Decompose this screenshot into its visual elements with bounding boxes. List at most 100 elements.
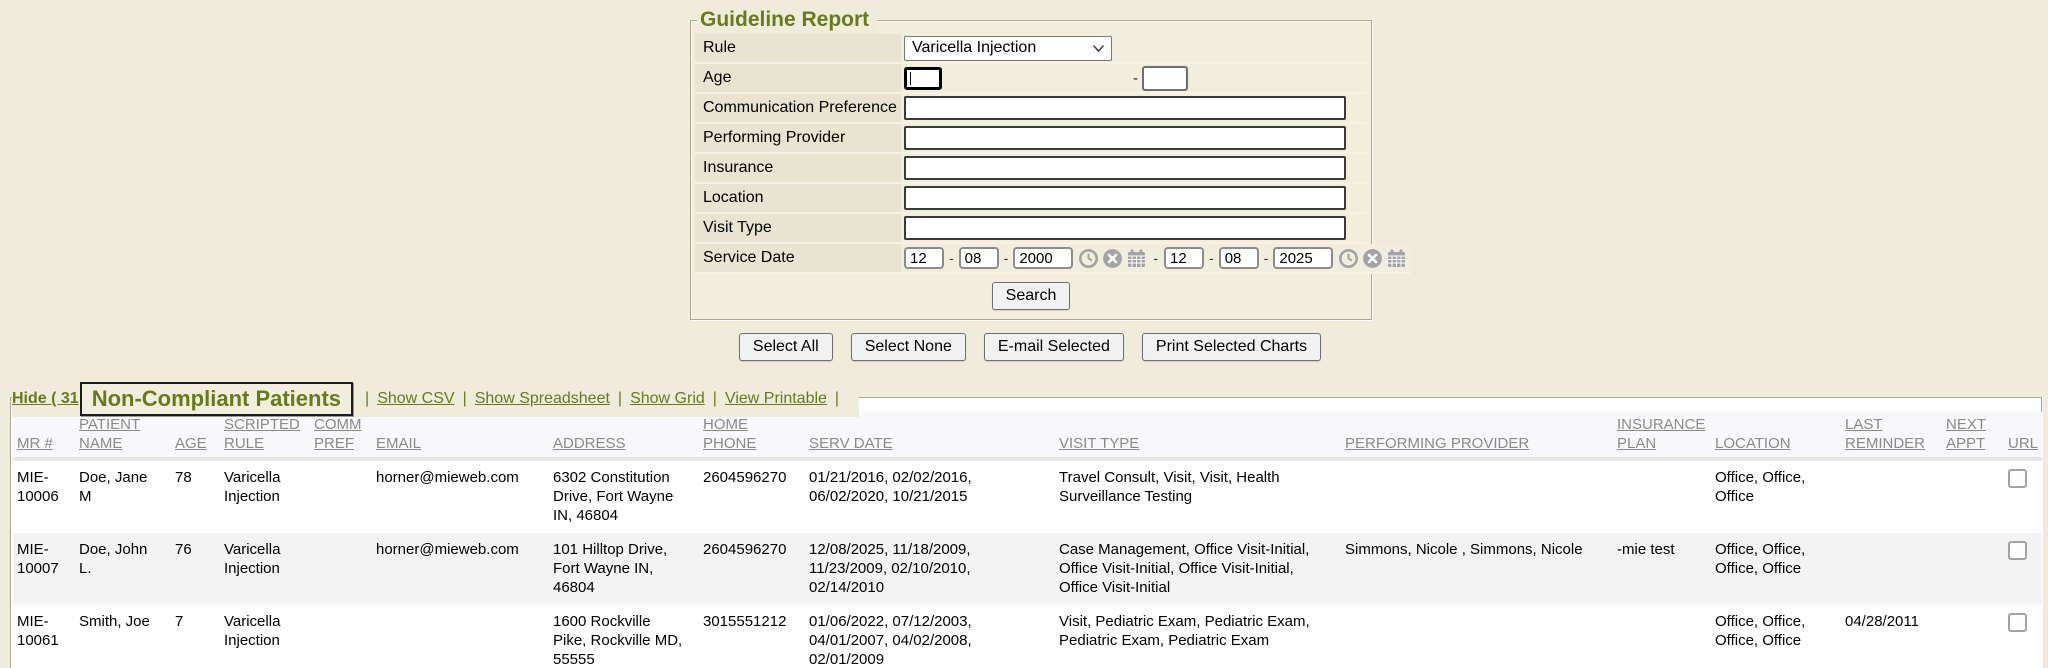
search-row: Search	[695, 274, 1367, 318]
form-rows: Rule Varicella Injection Age - Communic	[695, 34, 1367, 318]
cell-scripted-rule: Varicella Injection	[220, 459, 310, 533]
hide-results-link[interactable]: Hide ( 31	[12, 390, 79, 408]
select-patient-checkbox[interactable]	[2008, 469, 2027, 488]
form-legend: Guideline Report	[697, 7, 877, 33]
rule-row: Rule Varicella Injection	[695, 34, 1367, 64]
column-header-text: APPT	[1946, 435, 1985, 452]
cell-mr: MIE-10061	[13, 605, 75, 668]
rule-label: Rule	[695, 34, 901, 64]
column-header-scripted-rule[interactable]: SCRIPTED RULE	[220, 412, 310, 459]
cell-email: horner@mieweb.com	[372, 459, 549, 533]
time-icon[interactable]	[1338, 248, 1359, 269]
column-header-address[interactable]: ADDRESS	[549, 412, 699, 459]
column-header-home-phone[interactable]: HOMEPHONE	[699, 412, 805, 459]
column-header-url[interactable]: URL	[2004, 412, 2042, 459]
date-part-separator: -	[1004, 250, 1009, 266]
column-header-visit-type[interactable]: VISIT TYPE	[1055, 412, 1341, 459]
link-separator: |	[365, 390, 369, 408]
service-date-from-year-input[interactable]	[1013, 247, 1073, 269]
calendar-icon[interactable]	[1126, 248, 1147, 269]
select-patient-checkbox[interactable]	[2008, 613, 2027, 632]
cell-home-phone: 3015551212	[699, 605, 805, 668]
cell-last-reminder	[1841, 459, 1942, 533]
column-header-comm-pref[interactable]: COMMPREF	[310, 412, 372, 459]
column-header-email[interactable]: EMAIL	[372, 412, 549, 459]
email-selected-button[interactable]: E-mail Selected	[984, 333, 1124, 361]
cell-insurance-plan: -mie test	[1613, 533, 1711, 605]
clear-icon[interactable]	[1102, 248, 1123, 269]
column-header-text: RULE	[224, 435, 264, 452]
insurance-input[interactable]	[904, 156, 1346, 180]
service-date-to-year-input[interactable]	[1273, 247, 1333, 269]
column-header-performing-provider[interactable]: PERFORMING PROVIDER	[1341, 412, 1613, 459]
age-range-separator: -	[1133, 70, 1138, 87]
link-separator: |	[463, 390, 467, 408]
column-header-text: ADDRESS	[553, 435, 626, 452]
location-input[interactable]	[904, 186, 1346, 210]
service-date-from-day-input[interactable]	[959, 247, 999, 269]
cell-email	[372, 605, 549, 668]
column-header-age[interactable]: AGE	[171, 412, 220, 459]
column-header-location[interactable]: LOCATION	[1711, 412, 1841, 459]
performing-provider-input[interactable]	[904, 126, 1346, 150]
comm-pref-row: Communication Preference	[695, 94, 1367, 124]
performing-provider-row: Performing Provider	[695, 124, 1367, 154]
patient-row: MIE-10006Doe, Jane M78Varicella Injectio…	[13, 459, 2042, 533]
column-header-text: NAME	[79, 435, 122, 452]
cell-home-phone: 2604596270	[699, 459, 805, 533]
column-header-mr[interactable]: MR #	[13, 412, 75, 459]
show-spreadsheet-link[interactable]: Show Spreadsheet	[475, 390, 610, 408]
cell-scripted-rule: Varicella Injection	[220, 605, 310, 668]
show-csv-link[interactable]: Show CSV	[377, 390, 454, 408]
cell-comm-pref	[310, 459, 372, 533]
view-printable-link[interactable]: View Printable	[725, 390, 827, 408]
results-table: MR #PATIENTNAMEAGE SCRIPTED RULE COMMPREFEM…	[13, 412, 2042, 668]
select-none-button[interactable]: Select None	[851, 333, 966, 361]
age-to-input[interactable]	[1142, 66, 1188, 91]
search-button[interactable]: Search	[992, 282, 1071, 310]
column-header-text: EMAIL	[376, 435, 421, 452]
column-header-text: INSURANCE	[1617, 416, 1705, 433]
column-header-text: AGE	[175, 435, 207, 452]
print-selected-charts-button[interactable]: Print Selected Charts	[1142, 333, 1321, 361]
age-row: Age -	[695, 64, 1367, 94]
column-header-text: SCRIPTED	[224, 416, 300, 433]
cell-age: 78	[171, 459, 220, 533]
column-header-insurance-plan[interactable]: INSURANCEPLAN	[1613, 412, 1711, 459]
cell-patient-name: Doe, John L.	[75, 533, 171, 605]
service-date-to-day-input[interactable]	[1219, 247, 1259, 269]
cell-insurance-plan	[1613, 459, 1711, 533]
cell-url	[2004, 533, 2042, 605]
service-date-from-month-input[interactable]	[904, 247, 944, 269]
text-caret	[910, 72, 911, 85]
visit-type-input[interactable]	[904, 216, 1346, 240]
date-part-separator: -	[949, 250, 954, 266]
column-header-text: VISIT TYPE	[1059, 435, 1139, 452]
rule-select[interactable]: Varicella Injection	[904, 36, 1112, 61]
age-from-input[interactable]	[904, 67, 942, 90]
service-date-row: Service Date - - - - -	[695, 244, 1367, 274]
show-grid-link[interactable]: Show Grid	[630, 390, 705, 408]
column-header-last-reminder[interactable]: LASTREMINDER	[1841, 412, 1942, 459]
cell-location: Office, Office, Office, Office	[1711, 533, 1841, 605]
link-separator: |	[713, 390, 717, 408]
clear-icon[interactable]	[1362, 248, 1383, 269]
cell-performing-provider	[1341, 605, 1613, 668]
service-date-to-month-input[interactable]	[1164, 247, 1204, 269]
calendar-icon[interactable]	[1386, 248, 1407, 269]
comm-pref-input[interactable]	[904, 96, 1346, 120]
cell-visit-type: Case Management, Office Visit-Initial, O…	[1055, 533, 1341, 605]
chevron-down-icon	[1092, 44, 1105, 53]
cell-performing-provider: Simmons, Nicole , Simmons, Nicole	[1341, 533, 1613, 605]
cell-performing-provider	[1341, 459, 1613, 533]
column-header-text: REMINDER	[1845, 435, 1925, 452]
column-header-next-appt[interactable]: NEXTAPPT	[1942, 412, 2004, 459]
rule-selected-value: Varicella Injection	[912, 39, 1036, 57]
column-header-patient-name[interactable]: PATIENTNAME	[75, 412, 171, 459]
cell-serv-date: 12/08/2025, 11/18/2009, 11/23/2009, 02/1…	[805, 533, 1055, 605]
cell-url	[2004, 605, 2042, 668]
select-all-button[interactable]: Select All	[739, 333, 833, 361]
time-icon[interactable]	[1078, 248, 1099, 269]
column-header-serv-date[interactable]: SERV DATE	[805, 412, 1055, 459]
select-patient-checkbox[interactable]	[2008, 541, 2027, 560]
